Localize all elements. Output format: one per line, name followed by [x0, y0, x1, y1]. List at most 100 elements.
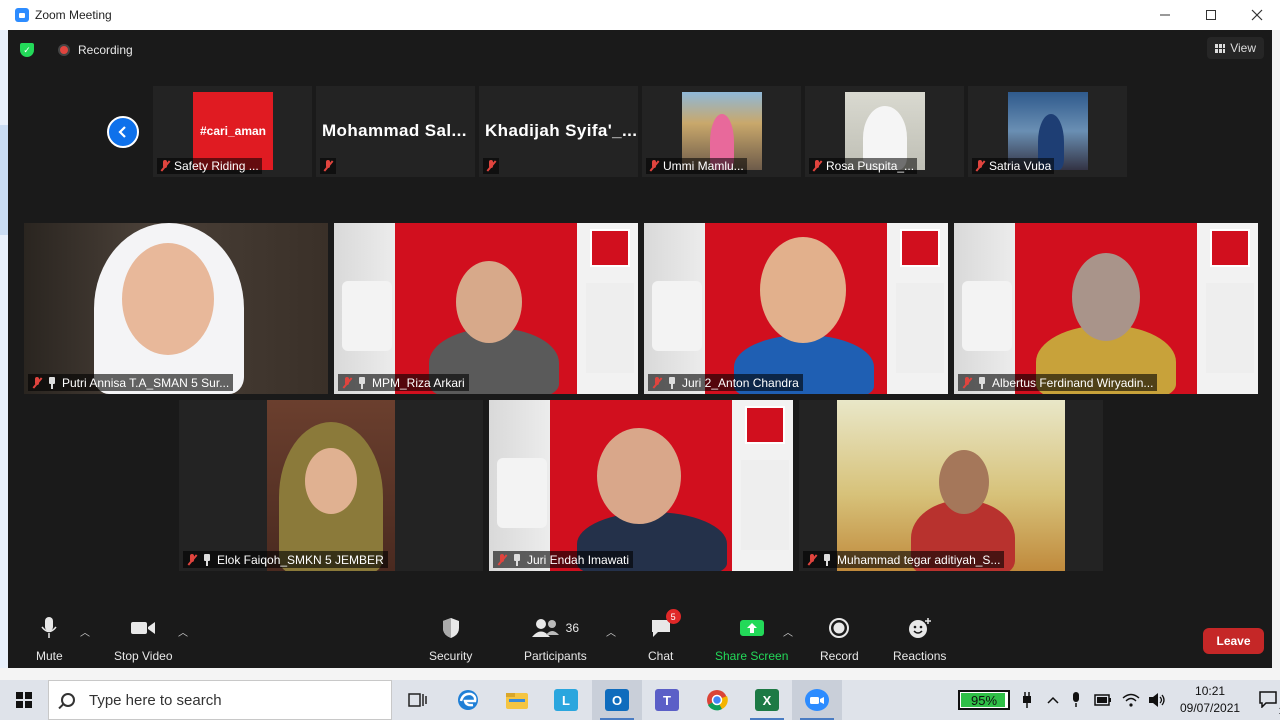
battery-indicator[interactable]: 95%	[958, 690, 1010, 710]
chevron-up-icon[interactable]	[1046, 693, 1060, 707]
recording-status: Recording	[78, 43, 133, 57]
person-face	[939, 450, 989, 514]
minimize-button[interactable]	[1142, 0, 1188, 30]
action-center-button[interactable]: 1	[1258, 690, 1280, 717]
edge-browser-icon	[458, 690, 478, 710]
video-tile[interactable]: Juri 2_Anton Chandra	[644, 223, 948, 394]
power-plug-icon[interactable]	[1020, 690, 1034, 710]
maximize-button[interactable]	[1188, 0, 1234, 30]
participant-name: Elok Faiqoh_SMKN 5 JEMBER	[217, 552, 384, 567]
share-screen-button[interactable]: Share Screen	[715, 616, 788, 663]
task-view-button[interactable]	[392, 680, 442, 720]
folder-icon	[506, 693, 528, 709]
system-clock[interactable]: 10:21 09/07/2021	[1180, 683, 1240, 717]
minimize-icon	[1160, 14, 1170, 16]
participant-label: Juri 2_Anton Chandra	[648, 374, 803, 391]
participant-label: Elok Faiqoh_SMKN 5 JEMBER	[183, 551, 388, 568]
participants-button[interactable]: 36 Participants	[524, 616, 587, 663]
person-face	[1072, 253, 1140, 341]
video-tile[interactable]: Muhammad tegar aditiyah_S...	[799, 400, 1103, 571]
video-camera-icon	[131, 622, 156, 634]
participant-name: Juri 2_Anton Chandra	[682, 375, 799, 390]
share-options-chevron-up-icon[interactable]: ︿	[783, 624, 793, 639]
chat-button[interactable]: 5 Chat	[648, 609, 681, 663]
thumbnail-participant[interactable]: Rosa Puspita_...	[805, 86, 964, 177]
taskbar-file-explorer[interactable]	[492, 680, 542, 720]
background-window-strip	[0, 668, 1280, 680]
pin-icon	[823, 553, 831, 566]
background-window-edge-right	[1272, 30, 1280, 680]
encryption-shield-icon[interactable]: ✓	[20, 43, 34, 57]
taskbar-outlook[interactable]: O	[592, 680, 642, 720]
participant-label: Satria Vuba	[972, 158, 1055, 174]
maximize-icon	[1206, 10, 1216, 20]
participant-name: MPM_Riza Arkari	[372, 375, 465, 390]
thumbnail-participant[interactable]: Satria Vuba	[968, 86, 1127, 177]
close-button[interactable]	[1234, 0, 1280, 30]
thumbnail-participant[interactable]: Mohammad Sal...	[316, 86, 475, 177]
participant-label: Juri Endah Imawati	[493, 551, 634, 568]
participants-options-chevron-up-icon[interactable]: ︿	[606, 624, 616, 639]
record-button[interactable]: Record	[820, 616, 859, 663]
window-title: Zoom Meeting	[35, 8, 112, 22]
view-button[interactable]: View	[1207, 37, 1264, 59]
zoom-app-icon	[15, 8, 29, 22]
thumbnail-participant[interactable]: Ummi Mamlu...	[642, 86, 801, 177]
taskbar-app-l[interactable]: L	[541, 680, 591, 720]
view-label: View	[1230, 41, 1256, 55]
participant-name: Juri Endah Imawati	[527, 552, 630, 567]
video-tile[interactable]: Elok Faiqoh_SMKN 5 JEMBER	[179, 400, 483, 571]
wifi-icon[interactable]	[1122, 692, 1140, 708]
participant-name: Putri Annisa T.A_SMAN 5 Sur...	[62, 375, 230, 390]
participant-name: Satria Vuba	[989, 159, 1052, 173]
person-face	[760, 237, 846, 343]
record-label: Record	[820, 649, 859, 663]
taskbar-edge[interactable]	[443, 680, 493, 720]
video-tile[interactable]: Albertus Ferdinand Wiryadin...	[954, 223, 1258, 394]
stop-video-label: Stop Video	[114, 649, 173, 663]
leave-meeting-button[interactable]: Leave	[1203, 628, 1264, 654]
taskbar-search-box[interactable]: Type here to search	[48, 680, 392, 720]
person-face	[305, 448, 357, 514]
previous-page-button[interactable]	[107, 116, 139, 148]
participant-label: Rosa Puspita_...	[809, 158, 918, 174]
video-tile[interactable]: Putri Annisa T.A_SMAN 5 Sur...	[24, 223, 328, 394]
participant-label: Muhammad tegar aditiyah_S...	[803, 551, 1005, 568]
start-button[interactable]	[0, 680, 48, 720]
taskbar-zoom[interactable]	[792, 680, 842, 720]
video-tile[interactable]: MPM_Riza Arkari	[334, 223, 638, 394]
mute-button[interactable]: Mute	[36, 616, 63, 663]
chat-unread-badge: 5	[665, 609, 681, 624]
security-button[interactable]: Security	[429, 616, 472, 663]
mute-label: Mute	[36, 649, 63, 663]
close-icon	[1251, 9, 1263, 21]
participant-name: Albertus Ferdinand Wiryadin...	[992, 375, 1154, 390]
thumbnail-participant[interactable]: #cari_aman Safety Riding ...	[153, 86, 312, 177]
microphone-in-use-icon[interactable]	[1070, 691, 1082, 709]
system-tray: 95% 10:21 09/07/2021 1	[958, 680, 1280, 720]
mic-muted-icon	[342, 376, 352, 389]
taskbar-teams[interactable]: T	[642, 680, 692, 720]
search-icon	[61, 693, 75, 707]
audio-options-chevron-up-icon[interactable]: ︿	[80, 624, 90, 639]
taskbar-chrome[interactable]	[692, 680, 742, 720]
taskbar-excel[interactable]: X	[742, 680, 792, 720]
chrome-icon	[707, 690, 728, 711]
security-shield-icon	[442, 618, 459, 638]
reactions-button[interactable]: Reactions	[893, 616, 946, 663]
mic-muted-icon	[187, 553, 197, 566]
stop-video-button[interactable]: Stop Video	[114, 616, 173, 663]
thumbnail-participant[interactable]: Khadijah Syifa'_...	[479, 86, 638, 177]
video-tile[interactable]: Juri Endah Imawati	[489, 400, 793, 571]
participant-label: MPM_Riza Arkari	[338, 374, 469, 391]
reactions-label: Reactions	[893, 649, 947, 663]
chevron-left-icon	[118, 126, 126, 138]
participant-label: Safety Riding ...	[157, 158, 262, 174]
video-options-chevron-up-icon[interactable]: ︿	[178, 624, 188, 639]
battery-icon[interactable]	[1094, 693, 1112, 707]
search-placeholder: Type here to search	[89, 691, 222, 709]
meeting-top-bar: ✓ Recording View	[8, 30, 1272, 70]
pin-icon	[668, 376, 676, 389]
participants-count: 36	[565, 621, 580, 635]
speaker-volume-icon[interactable]	[1148, 692, 1166, 708]
